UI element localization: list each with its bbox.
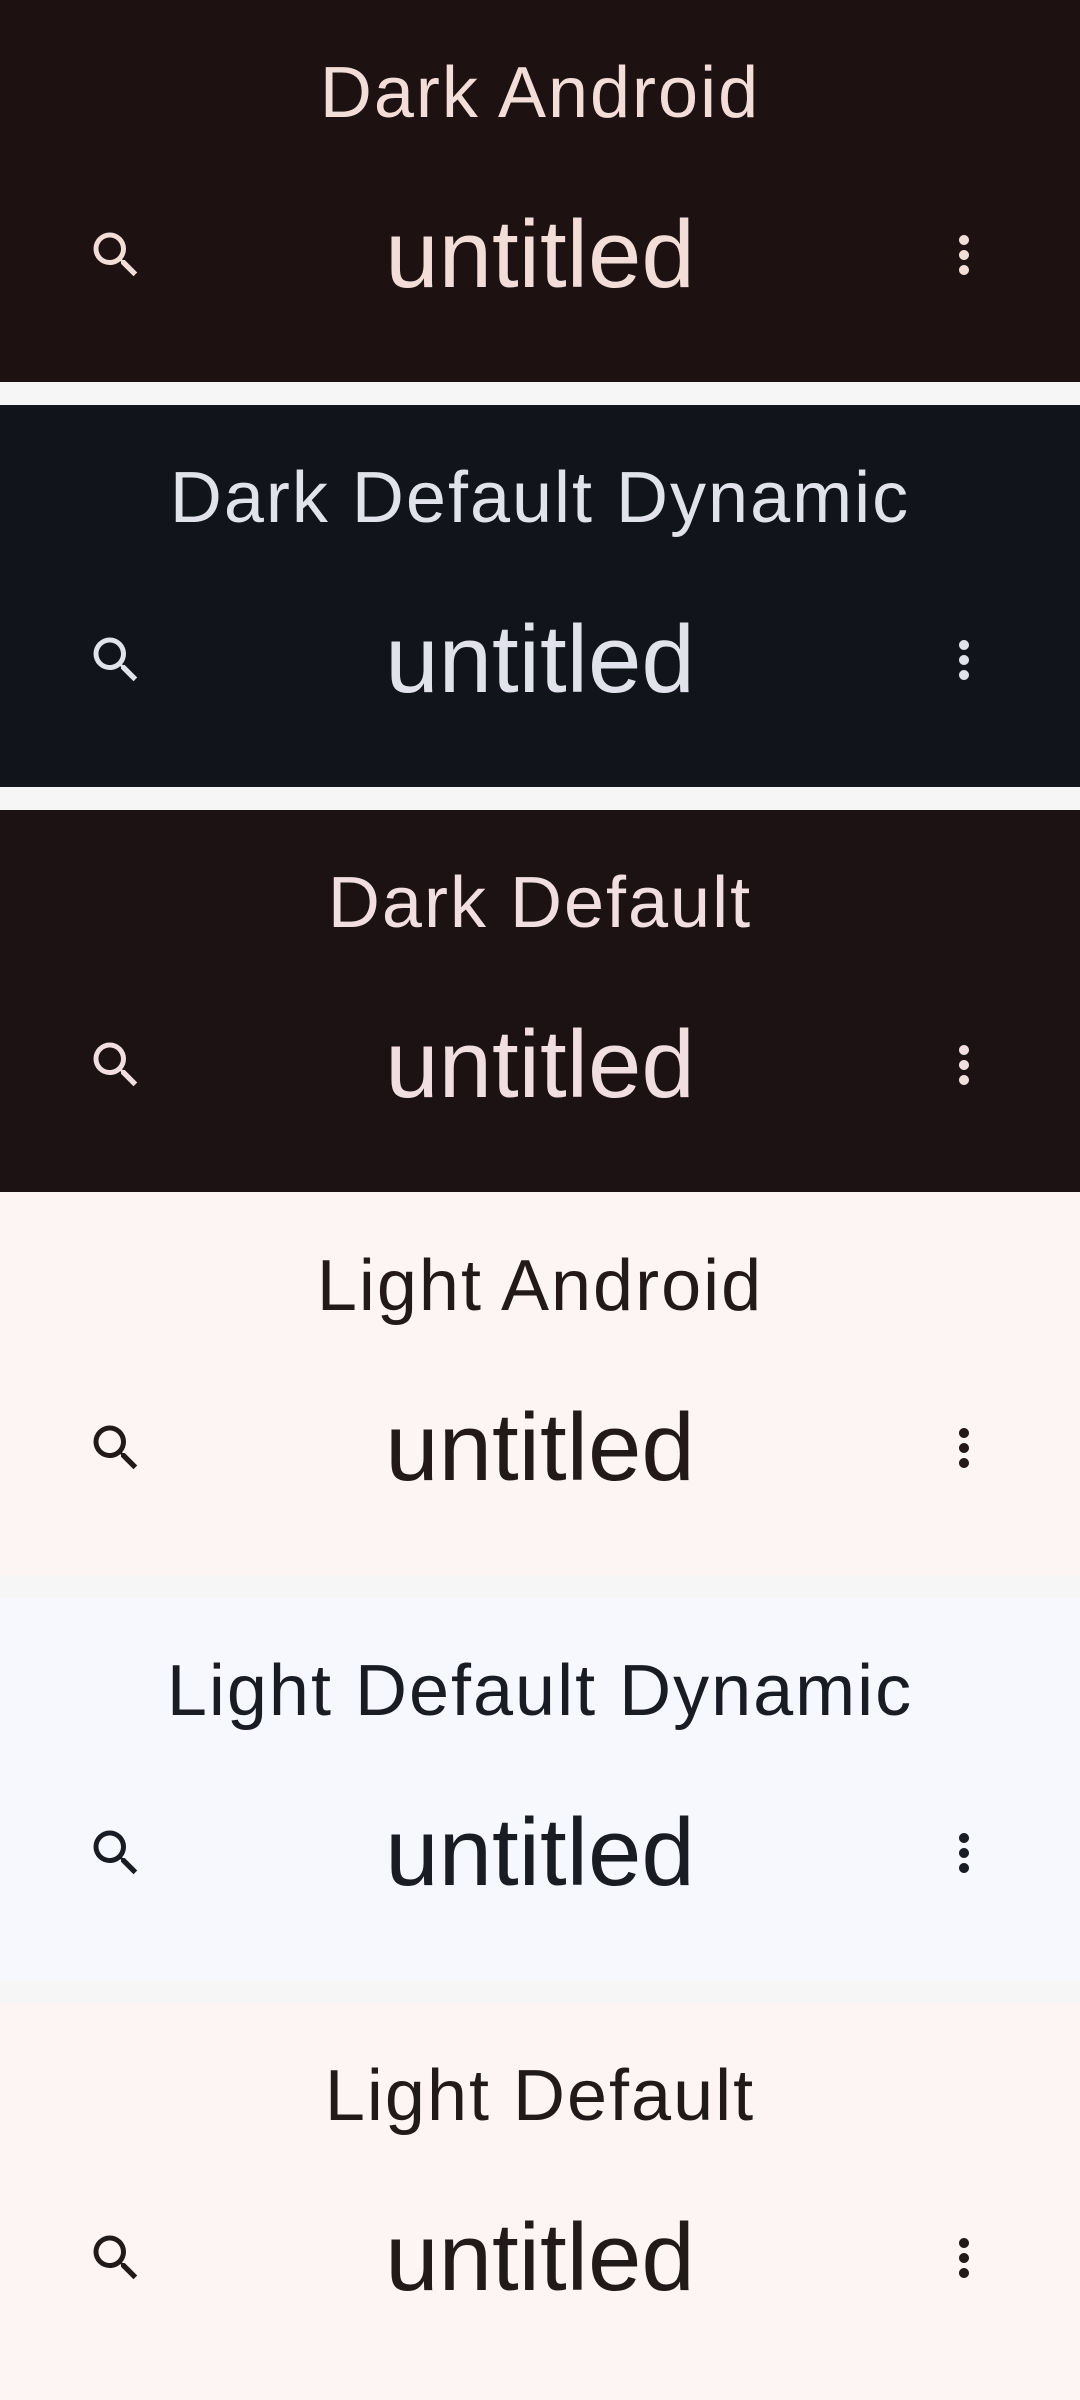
toolbar: untitled <box>0 2193 1080 2323</box>
document-title: untitled <box>385 606 695 713</box>
more-options-button[interactable] <box>922 213 1006 297</box>
theme-panel-light-android: Light Android untitled <box>0 1193 1080 1575</box>
theme-title: Dark Android <box>319 53 761 133</box>
search-icon <box>93 2235 138 2280</box>
toolbar: untitled <box>0 1788 1080 1918</box>
theme-panel-dark-default-dynamic: Dark Default Dynamic untitled <box>0 405 1080 787</box>
theme-title: Light Android <box>316 1246 764 1326</box>
search-button[interactable] <box>74 2216 158 2300</box>
search-button[interactable] <box>74 1023 158 1107</box>
more-vert-icon <box>959 1428 969 1468</box>
search-icon <box>93 1042 138 1087</box>
theme-panel-dark-android: Dark Android untitled <box>0 0 1080 382</box>
search-button[interactable] <box>74 213 158 297</box>
document-title: untitled <box>385 2204 695 2311</box>
theme-title: Light Default Dynamic <box>166 1651 914 1731</box>
more-options-button[interactable] <box>922 618 1006 702</box>
search-icon <box>93 1425 138 1470</box>
theme-panel-light-default-dynamic: Light Default Dynamic untitled <box>0 1598 1080 1980</box>
document-title: untitled <box>385 1394 695 1501</box>
toolbar: untitled <box>0 1383 1080 1513</box>
toolbar: untitled <box>0 1000 1080 1130</box>
more-options-button[interactable] <box>922 1023 1006 1107</box>
search-icon <box>93 637 138 682</box>
more-vert-icon <box>959 235 969 275</box>
theme-panel-dark-default: Dark Default untitled <box>0 810 1080 1192</box>
theme-panel-light-default: Light Default untitled <box>0 2003 1080 2400</box>
search-button[interactable] <box>74 1406 158 1490</box>
theme-title: Dark Default <box>327 863 753 943</box>
search-button[interactable] <box>74 1811 158 1895</box>
document-title: untitled <box>385 1799 695 1906</box>
search-icon <box>93 232 138 277</box>
more-options-button[interactable] <box>922 1811 1006 1895</box>
more-vert-icon <box>959 1833 969 1873</box>
more-vert-icon <box>959 640 969 680</box>
theme-title: Light Default <box>324 2056 756 2136</box>
more-vert-icon <box>959 1045 969 1085</box>
theme-title: Dark Default Dynamic <box>169 458 911 538</box>
document-title: untitled <box>385 1011 695 1118</box>
search-icon <box>93 1830 138 1875</box>
document-title: untitled <box>385 201 695 308</box>
toolbar: untitled <box>0 595 1080 725</box>
more-options-button[interactable] <box>922 1406 1006 1490</box>
toolbar: untitled <box>0 190 1080 320</box>
more-vert-icon <box>959 2238 969 2278</box>
more-options-button[interactable] <box>922 2216 1006 2300</box>
search-button[interactable] <box>74 618 158 702</box>
